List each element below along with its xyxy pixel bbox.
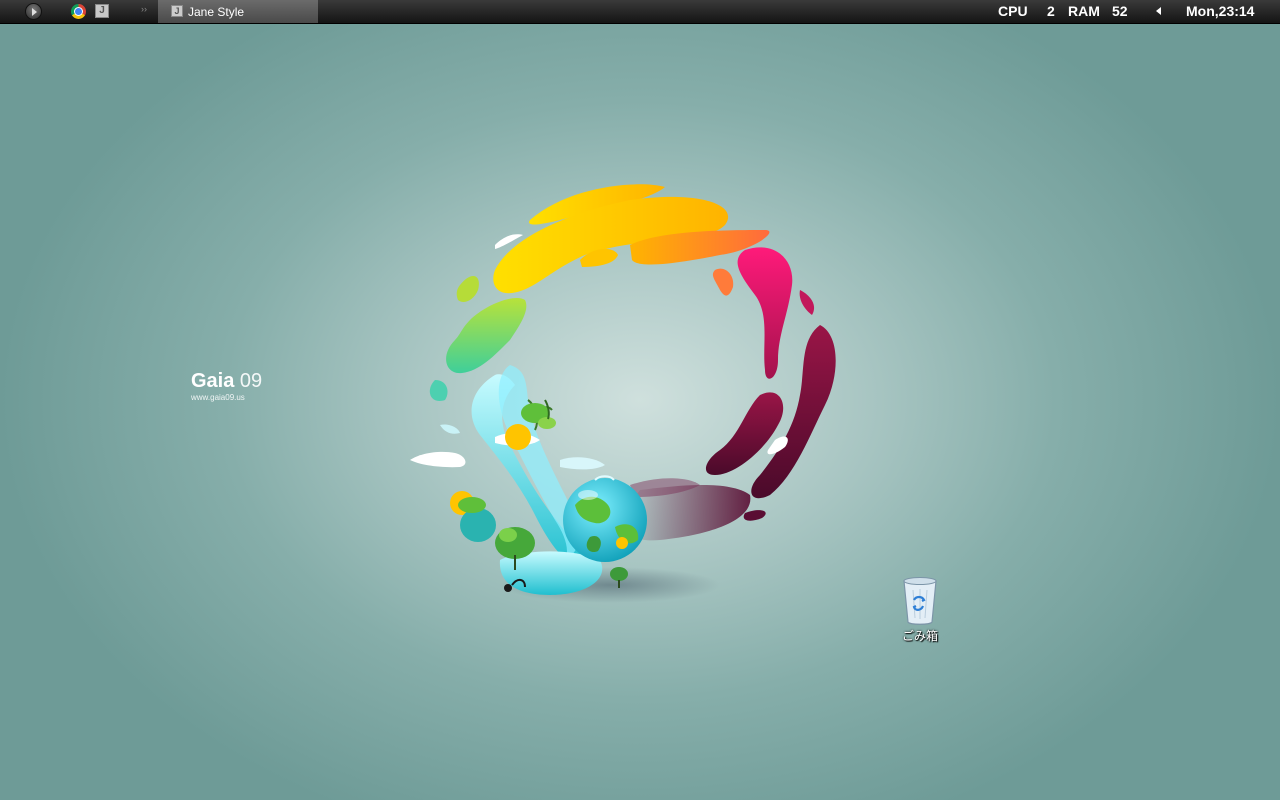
cpu-value: 2	[1047, 3, 1055, 19]
taskbar: J ›› J Jane Style CPU 2 RAM 52 Mon,23:14	[0, 0, 1280, 24]
taskbar-button-label: Jane Style	[188, 5, 245, 19]
jane-style-icon[interactable]: J	[95, 4, 109, 18]
recycle-bin-label[interactable]: ごみ箱	[895, 627, 945, 644]
clock[interactable]: Mon,23:14	[1186, 3, 1254, 19]
wallpaper-url: www.gaia09.us	[191, 393, 245, 402]
ram-value: 52	[1112, 3, 1128, 19]
jane-style-icon: J	[171, 5, 183, 17]
wallpaper-brand-number: 09	[239, 370, 263, 392]
play-icon[interactable]	[25, 3, 42, 20]
tray-expand-arrow-icon[interactable]	[1156, 7, 1161, 15]
wallpaper-brand: Gaia 09	[191, 370, 262, 393]
cpu-label: CPU	[998, 3, 1028, 19]
taskbar-button-jane-style[interactable]: J Jane Style	[158, 0, 318, 23]
chrome-icon[interactable]	[71, 4, 86, 19]
wallpaper-brand-name: Gaia	[191, 370, 235, 392]
wallpaper-artwork	[410, 184, 836, 603]
quicklaunch-overflow-chevron[interactable]: ››	[141, 4, 147, 14]
ram-label: RAM	[1068, 3, 1100, 19]
